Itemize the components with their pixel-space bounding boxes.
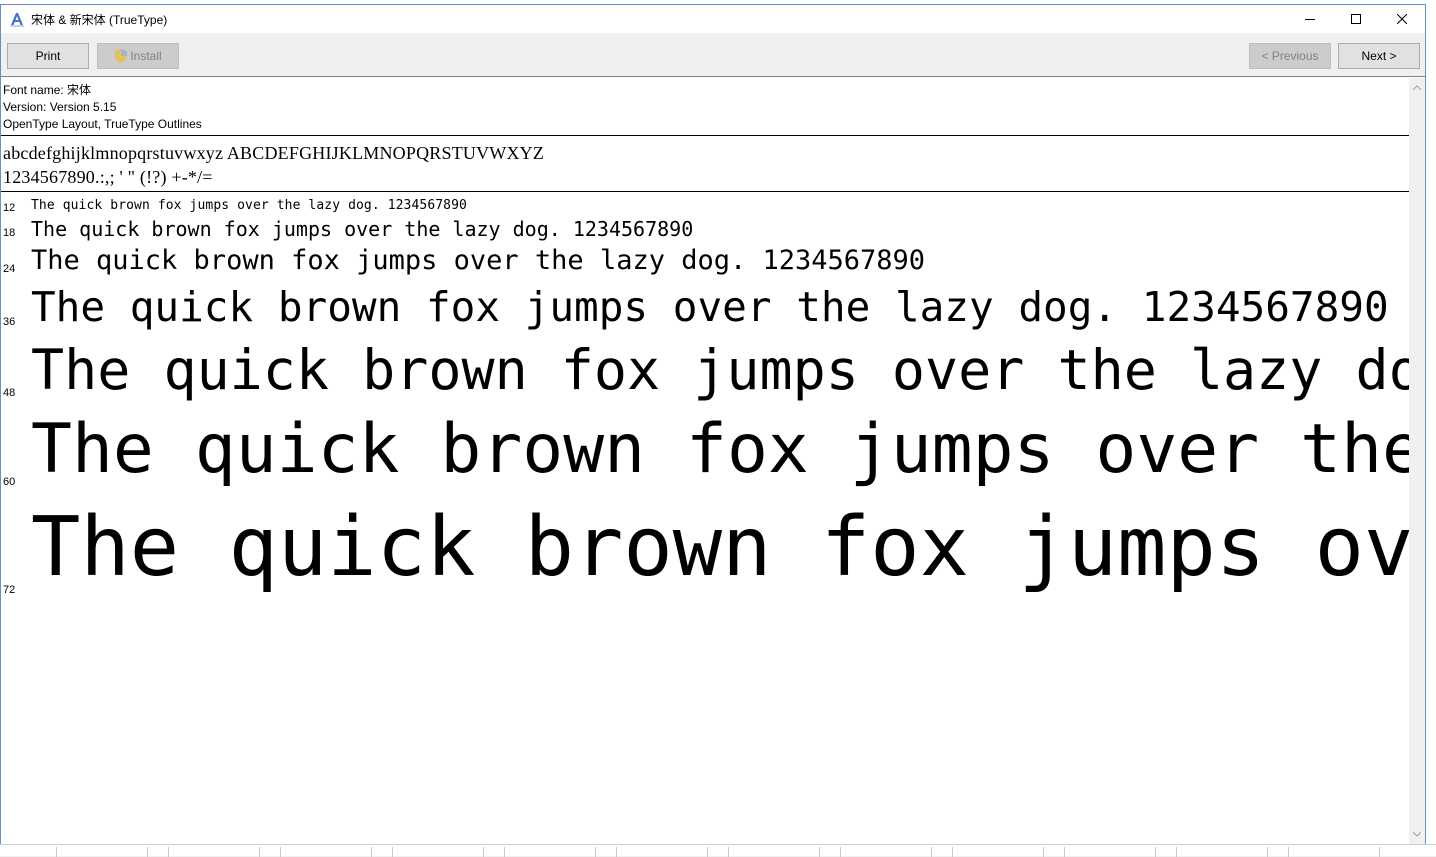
maximize-icon: [1351, 14, 1361, 24]
sample-size-label: 24: [3, 263, 16, 275]
sample-row-48: 48 The quick brown fox jumps over the la…: [1, 338, 1409, 412]
sample-row-12: 12 The quick brown fox jumps over the la…: [1, 198, 1409, 218]
print-button[interactable]: Print: [7, 43, 89, 69]
sample-text: The quick brown fox jumps over the lazy …: [31, 338, 1409, 402]
sample-size-label: 36: [3, 316, 16, 328]
previous-button[interactable]: < Previous: [1249, 43, 1331, 69]
sample-row-72: 72 The quick brown fox jumps over the la…: [1, 500, 1409, 610]
window-title: 宋体 & 新宋体 (TrueType): [31, 13, 168, 27]
font-name-line: Font name: 宋体: [3, 83, 92, 97]
background-app-bottom-edge: [0, 844, 1436, 857]
charset-symbols: 1234567890.:,; ' " (!?) +-*/=: [3, 167, 213, 187]
close-icon: [1397, 14, 1407, 24]
install-button[interactable]: Install: [97, 43, 179, 69]
font-preview-area: Font name: 宋体 Version: Version 5.15 Open…: [1, 78, 1409, 844]
sample-text: The quick brown fox jumps over the lazy …: [31, 198, 467, 213]
sample-size-label: 72: [3, 584, 16, 596]
sample-text: The quick brown fox jumps over the lazy …: [31, 500, 1409, 595]
minimize-icon: [1305, 19, 1315, 20]
install-button-label: Install: [130, 49, 162, 63]
minimize-button[interactable]: [1287, 5, 1333, 33]
scroll-down-icon[interactable]: [1412, 830, 1422, 838]
title-bar[interactable]: 宋体 & 新宋体 (TrueType): [1, 5, 1425, 33]
close-button[interactable]: [1379, 5, 1425, 33]
charset-letters: abcdefghijklmnopqrstuvwxyz ABCDEFGHIJKLM…: [3, 143, 545, 163]
sample-text: The quick brown fox jumps over the lazy …: [31, 217, 694, 241]
font-app-icon: [10, 13, 24, 27]
sample-row-36: 36 The quick brown fox jumps over the la…: [1, 283, 1409, 339]
sample-size-label: 48: [3, 387, 16, 399]
sample-text: The quick brown fox jumps over the lazy …: [31, 245, 926, 276]
next-button[interactable]: Next >: [1338, 43, 1420, 69]
scroll-up-icon[interactable]: [1412, 84, 1422, 92]
vertical-scrollbar[interactable]: [1409, 78, 1425, 844]
sample-row-60: 60 The quick brown fox jumps over the la…: [1, 410, 1409, 502]
sample-row-24: 24 The quick brown fox jumps over the la…: [1, 245, 1409, 285]
separator: [1, 191, 1409, 192]
previous-button-label: < Previous: [1261, 49, 1319, 63]
next-button-label: Next >: [1361, 49, 1397, 63]
sample-text: The quick brown fox jumps over the lazy …: [31, 410, 1409, 489]
font-viewer-window: 宋体 & 新宋体 (TrueType) Print Install < Prev…: [0, 4, 1426, 844]
separator: [1, 135, 1409, 136]
print-button-label: Print: [35, 49, 61, 63]
uac-shield-icon: [115, 49, 128, 63]
font-version-line: Version: Version 5.15: [3, 100, 117, 114]
toolbar: Print Install < Previous Next >: [1, 33, 1425, 77]
sample-size-label: 12: [3, 202, 16, 214]
background-app-right-edge: A A A xy ar H 72 ut na bu: [1426, 0, 1436, 856]
maximize-button[interactable]: [1333, 5, 1379, 33]
font-layout-line: OpenType Layout, TrueType Outlines: [3, 117, 202, 131]
sample-size-label: 60: [3, 476, 16, 488]
sample-size-label: 18: [3, 227, 16, 239]
sample-row-18: 18 The quick brown fox jumps over the la…: [1, 217, 1409, 247]
sample-text: The quick brown fox jumps over the lazy …: [31, 283, 1389, 331]
